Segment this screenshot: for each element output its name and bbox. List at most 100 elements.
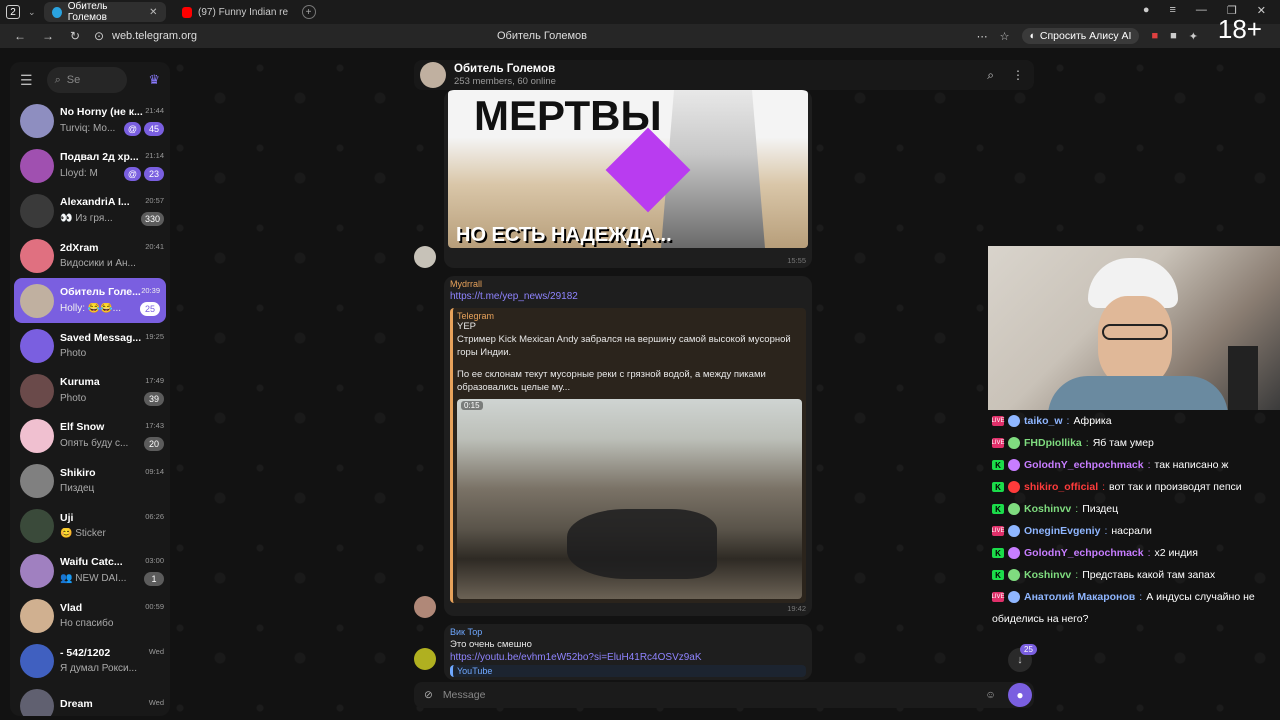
chat-time: Wed — [148, 697, 164, 707]
chatter-name: taiko_w — [1024, 415, 1063, 427]
search-input[interactable]: ⌕ Se — [46, 67, 127, 93]
chat-message-text: А индусы случайно не — [1146, 591, 1255, 603]
name-separator: : — [1147, 547, 1151, 559]
chat-list-item[interactable]: No Horny (не к... 21:44 Turviq: Мо... @45 — [10, 98, 170, 143]
message-input[interactable]: Message — [443, 689, 975, 701]
chat-list-item[interactable]: Подвал 2д хр... 21:14 Lloyd: M @23 — [10, 143, 170, 188]
preview-text: По ее склонам текут мусорные реки с гряз… — [457, 369, 766, 394]
browser-tab-bar: 2 ⌄ Обитель Големов ✕ (97) Funny Indian … — [0, 0, 1280, 24]
chat-name: Uji — [60, 512, 74, 524]
message-author[interactable]: Mydrrall — [450, 279, 806, 289]
chatter-avatar — [1008, 591, 1020, 603]
sender-avatar[interactable] — [414, 596, 436, 618]
chatter-name: Koshinvv — [1024, 569, 1072, 581]
image-caption-bottom: НО ЕСТЬ НАДЕЖДА... — [456, 224, 672, 246]
chat-name: Waifu Catc... — [60, 555, 123, 568]
chat-list-item[interactable]: Dream Wed — [10, 683, 170, 716]
streamer-face — [1098, 296, 1172, 386]
sender-avatar[interactable] — [414, 648, 436, 670]
channel-header[interactable]: Обитель Големов 253 members, 60 online ⌕… — [414, 60, 1034, 90]
chat-time: 09:14 — [145, 467, 164, 476]
hamburger-menu-icon[interactable]: ☰ — [20, 72, 33, 89]
channel-avatar[interactable] — [420, 62, 446, 88]
message-link[interactable]: https://t.me/yep_news/29182 — [450, 291, 806, 302]
kick-badge-icon: K — [992, 460, 1004, 470]
live-badge-icon: LIVE — [991, 438, 1005, 448]
tab-counter[interactable]: 2 — [6, 5, 20, 19]
chat-name: Vlad — [60, 602, 83, 614]
attach-icon[interactable]: ⊘ — [424, 689, 433, 701]
stream-chat-message: Kshikiro_official: вот так и производят п… — [988, 476, 1280, 498]
profile-icon[interactable]: ● — [1143, 4, 1150, 17]
message-image[interactable]: МЕРТВЫ НО ЕСТЬ НАДЕЖДА... 15:55 — [444, 90, 812, 268]
chatter-avatar — [1008, 415, 1020, 427]
chat-avatar — [20, 193, 54, 228]
stream-chat-message: LIVE taiko_w: Африка — [988, 410, 1280, 432]
mention-badge: @ — [123, 121, 141, 136]
chat-avatar — [20, 598, 54, 633]
unread-count-badge: 330 — [140, 211, 164, 226]
browser-tab-youtube[interactable]: (97) Funny Indian realistic... — [174, 2, 296, 22]
kick-badge-icon: K — [992, 482, 1004, 492]
chevron-down-icon[interactable]: ⌄ — [28, 7, 36, 18]
chat-preview: Я думал Рокси... — [60, 663, 137, 674]
chat-list-item[interactable]: AlexandriA I... 20:57 👀 Из гря... 330 — [10, 188, 170, 233]
chat-preview: 👥 NEW DAI... — [60, 573, 127, 584]
age-rating-overlay: 18+ — [1217, 14, 1262, 44]
more-icon[interactable]: ⋯ — [977, 30, 988, 43]
chatter-name: Анатолий Макаронов — [1024, 591, 1136, 603]
extension-icon[interactable]: ■ — [1170, 30, 1177, 42]
image-caption-top: МЕРТВЫ — [474, 92, 662, 139]
close-icon[interactable]: ✕ — [149, 7, 157, 18]
alice-button[interactable]: ◐ Спросить Алису AI — [1021, 28, 1140, 44]
message-time: 19:42 — [787, 604, 806, 613]
chat-list-item[interactable]: - 542/1202 Wed Я думал Рокси... — [10, 638, 170, 683]
kick-badge-icon: K — [992, 570, 1004, 580]
chat-list-item[interactable]: Elf Snow 17:43 Опять буду с... 20 — [10, 413, 170, 458]
app-logo-icon[interactable]: ♛ — [148, 72, 160, 88]
message-link[interactable]: https://youtu.be/evhm1eW52bo?si=EluH41Rc… — [450, 652, 806, 663]
arrow-down-icon: ↓ — [1017, 654, 1023, 666]
extension-icon[interactable]: ■ — [1151, 30, 1158, 42]
chat-time: Wed — [148, 647, 164, 656]
link-preview[interactable]: YouTube — [450, 664, 806, 677]
microphone-arm — [1228, 346, 1258, 410]
microphone-button[interactable]: ● — [1008, 683, 1032, 707]
stream-chat-message: обиделись на него? — [988, 608, 1280, 630]
chat-time: 17:49 — [145, 375, 164, 385]
chat-list-item[interactable]: Saved Messag... 19:25 Photo — [10, 323, 170, 368]
chat-list-item[interactable]: Shikiro 09:14 Пиздец — [10, 458, 170, 503]
emoji-icon[interactable]: ☺ — [985, 689, 996, 701]
alice-icon: ◐ — [1029, 30, 1036, 42]
chat-avatar — [20, 418, 54, 453]
chat-list-item[interactable]: 2dXram 20:41 Видосики и Ан... — [10, 233, 170, 278]
message-composer[interactable]: ⊘ Message ☺ — [414, 682, 1034, 708]
chat-list-item[interactable]: Обитель Голе... 20:39 Holly: 😂😂... 25 — [14, 278, 166, 323]
minimize-icon[interactable]: — — [1196, 4, 1207, 17]
sender-avatar[interactable] — [414, 246, 436, 268]
link-preview[interactable]: Telegram YEP Стример Kick Mexican Andy з… — [450, 308, 806, 604]
name-separator: : — [1066, 415, 1070, 427]
chatter-avatar — [1008, 569, 1020, 581]
video-thumbnail[interactable]: 0:15 — [457, 399, 802, 600]
puzzle-icon[interactable]: ✦ — [1189, 30, 1198, 43]
search-icon[interactable]: ⌕ — [987, 68, 994, 83]
menu-icon[interactable]: ≡ — [1169, 4, 1175, 17]
chat-list-item[interactable]: Waifu Catc... 03:00 👥 NEW DAI... 1 — [10, 548, 170, 593]
name-separator: : — [1075, 569, 1079, 581]
message-forwarded-link[interactable]: Mydrrall https://t.me/yep_news/29182 Tel… — [444, 276, 812, 616]
name-separator: : — [1085, 437, 1089, 449]
message-youtube-link[interactable]: Вик Тор Это очень смешно https://youtu.b… — [444, 624, 812, 680]
chat-list-item[interactable]: Kuruma 17:49 Photo 39 — [10, 368, 170, 413]
new-tab-button[interactable]: + — [301, 5, 316, 19]
bookmark-icon[interactable]: ☆ — [1000, 30, 1010, 43]
more-vertical-icon[interactable]: ⋮ — [1012, 68, 1024, 83]
chat-name: - 542/1202 — [60, 647, 111, 659]
telegram-icon — [51, 6, 62, 18]
chat-list-item[interactable]: Uji 06:26 😊 Sticker — [10, 503, 170, 548]
message-image-thumbnail[interactable]: МЕРТВЫ НО ЕСТЬ НАДЕЖДА... — [448, 90, 808, 248]
chat-list-item[interactable]: Vlad 00:59 Но спасибо — [10, 593, 170, 638]
browser-tab-telegram[interactable]: Обитель Големов ✕ — [43, 1, 166, 23]
unread-count-badge: 1 — [144, 571, 164, 586]
message-author[interactable]: Вик Тор — [450, 627, 806, 637]
